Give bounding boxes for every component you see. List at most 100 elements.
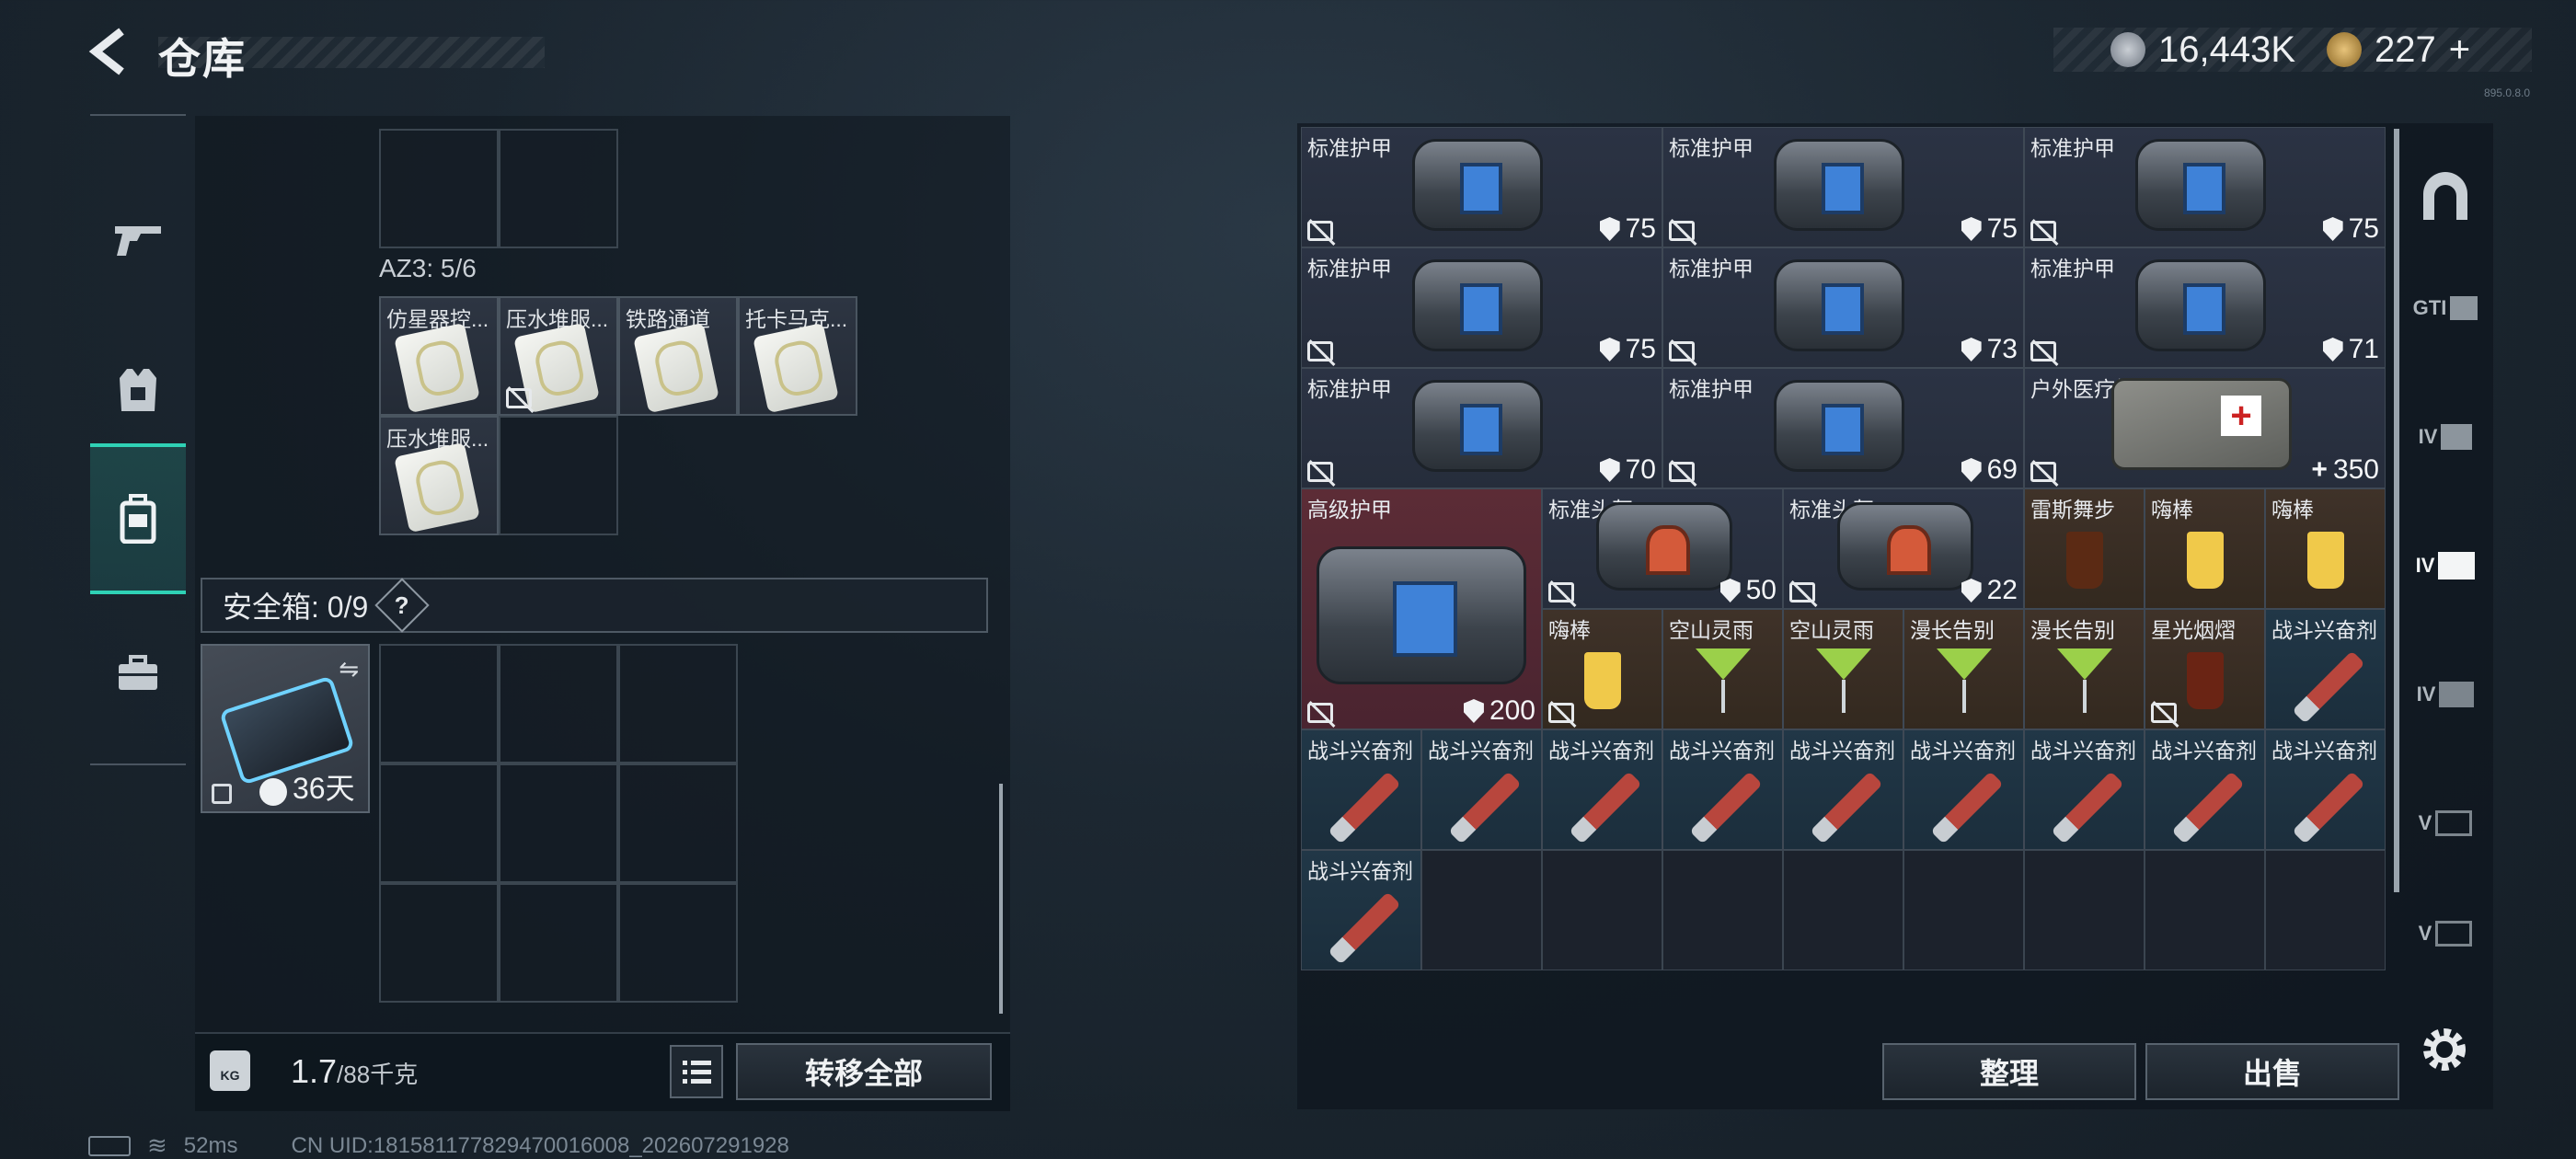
stash-tab-gti[interactable]: GTI: [2409, 267, 2482, 350]
cocktail-item[interactable]: 嗨棒: [2265, 488, 2386, 609]
stash-arch-icon: [2423, 172, 2467, 220]
helmet-icon: [1837, 502, 1973, 591]
combat-stim-item[interactable]: 战斗兴奋剂: [1662, 729, 1783, 850]
item-label: 嗨棒: [1548, 618, 1591, 642]
item-label: 高级护甲: [1307, 498, 1392, 522]
cocktail-item[interactable]: 空山灵雨: [1662, 609, 1783, 729]
backpack-slot[interactable]: [499, 129, 618, 248]
key-card-item[interactable]: 铁路通道: [618, 296, 738, 416]
currency-2-plus[interactable]: +: [2449, 29, 2470, 71]
keycard-icon: [394, 442, 480, 534]
safe-slot[interactable]: [379, 763, 499, 883]
standard-helmet-item[interactable]: 标准头盔 50: [1542, 488, 1783, 609]
combat-stim-item[interactable]: 战斗兴奋剂: [1301, 850, 1421, 970]
stim-injector-icon: [2292, 771, 2365, 844]
sell-button[interactable]: 出售: [2145, 1043, 2399, 1100]
combat-stim-item[interactable]: 战斗兴奋剂: [1301, 729, 1421, 850]
stash-tab-main[interactable]: [2409, 156, 2482, 239]
combat-stim-item[interactable]: 战斗兴奋剂: [2265, 729, 2386, 850]
advanced-armor-item[interactable]: 高级护甲 200: [1301, 488, 1542, 729]
swap-icon[interactable]: ⇋: [339, 655, 359, 683]
stash-tab-label: IV: [2415, 554, 2435, 577]
stash-slot[interactable]: [1542, 850, 1662, 970]
standard-armor-item[interactable]: 标准护甲 70: [1301, 368, 1662, 488]
backpack-scrollbar[interactable]: [999, 784, 1003, 1014]
safe-box-item[interactable]: ⇋ 36天: [201, 644, 370, 813]
key-card-item[interactable]: 压水堆服...: [499, 296, 618, 416]
key-card-item[interactable]: 压水堆服...: [379, 416, 499, 535]
stash-tab-v-2[interactable]: V: [2409, 892, 2482, 975]
key-card-item[interactable]: 托卡马克...: [738, 296, 857, 416]
safe-slot[interactable]: [618, 644, 738, 763]
armor-bag-icon: [1412, 259, 1543, 351]
stash-slot[interactable]: [1421, 850, 1542, 970]
safe-slot[interactable]: [499, 763, 618, 883]
combat-stim-item[interactable]: 战斗兴奋剂: [1903, 729, 2024, 850]
nav-backpack-tab[interactable]: [90, 443, 186, 594]
stash-slot[interactable]: [2145, 850, 2265, 970]
no-insure-icon: [2030, 462, 2056, 482]
nav-case-tab[interactable]: [90, 598, 186, 749]
sort-button[interactable]: 整理: [1882, 1043, 2136, 1100]
cocktail-glass-icon: [1695, 648, 1751, 713]
safe-slot[interactable]: [618, 763, 738, 883]
stim-injector-icon: [2171, 771, 2245, 844]
stash-slot[interactable]: [1903, 850, 2024, 970]
az3-slot[interactable]: [499, 416, 618, 535]
item-label: 标准护甲: [2030, 257, 2115, 281]
stash-tab-label: V: [2418, 922, 2432, 945]
outdoor-medkit-item[interactable]: 户外医疗箱+350: [2024, 368, 2386, 488]
cocktail-item[interactable]: 嗨棒: [2145, 488, 2265, 609]
cocktail-item[interactable]: 雷斯舞步: [2024, 488, 2145, 609]
standard-armor-item[interactable]: 标准护甲 75: [2024, 127, 2386, 247]
safe-slot[interactable]: [499, 644, 618, 763]
currency-2-value[interactable]: 227: [2375, 29, 2436, 71]
stash-tab-iv-add[interactable]: IV: [2409, 524, 2482, 607]
cocktail-item[interactable]: 星光烟熠: [2145, 609, 2265, 729]
stash-tab-iv-folder[interactable]: IV: [2409, 396, 2482, 478]
standard-armor-item[interactable]: 标准护甲 75: [1301, 247, 1662, 368]
standard-armor-item[interactable]: 标准护甲 75: [1301, 127, 1662, 247]
item-label: 战斗兴奋剂: [1307, 859, 1413, 883]
item-label: 空山灵雨: [1789, 618, 1874, 642]
durability-value: 75: [1625, 213, 1656, 244]
standard-armor-item[interactable]: 标准护甲 71: [2024, 247, 2386, 368]
item-value: 75: [1599, 213, 1656, 245]
safe-slot[interactable]: [379, 883, 499, 1003]
stash-slot[interactable]: [2024, 850, 2145, 970]
safe-slot[interactable]: [379, 644, 499, 763]
settings-gear-icon[interactable]: [2418, 1023, 2471, 1076]
safe-slot[interactable]: [618, 883, 738, 1003]
safe-slot[interactable]: [499, 883, 618, 1003]
backpack-slot[interactable]: [379, 129, 499, 248]
stash-slot[interactable]: [1662, 850, 1783, 970]
stash-slot[interactable]: [2265, 850, 2386, 970]
standard-armor-item[interactable]: 标准护甲 69: [1662, 368, 2024, 488]
help-icon[interactable]: ?: [374, 578, 430, 633]
transfer-all-button[interactable]: 转移全部: [736, 1043, 992, 1100]
cocktail-item[interactable]: 漫长告别: [1903, 609, 2024, 729]
standard-armor-item[interactable]: 标准护甲 73: [1662, 247, 2024, 368]
stash-tab-v-1[interactable]: V: [2409, 782, 2482, 865]
combat-stim-item[interactable]: 战斗兴奋剂: [1542, 729, 1662, 850]
combat-stim-item[interactable]: 战斗兴奋剂: [2145, 729, 2265, 850]
combat-stim-item[interactable]: 战斗兴奋剂: [1783, 729, 1903, 850]
back-arrow-icon[interactable]: [85, 26, 136, 77]
stash-tab-iv-add-2[interactable]: IV: [2409, 653, 2482, 736]
combat-stim-item[interactable]: 战斗兴奋剂: [1421, 729, 1542, 850]
durability-shield-icon: [1463, 699, 1484, 723]
combat-stim-item[interactable]: 战斗兴奋剂: [2024, 729, 2145, 850]
keycard-icon: [633, 322, 719, 414]
cocktail-item[interactable]: 漫长告别: [2024, 609, 2145, 729]
list-view-button[interactable]: [670, 1045, 723, 1098]
cocktail-item[interactable]: 空山灵雨: [1783, 609, 1903, 729]
stash-slot[interactable]: [1783, 850, 1903, 970]
nav-weapons-tab[interactable]: [90, 164, 186, 315]
combat-stim-item[interactable]: 战斗兴奋剂: [2265, 609, 2386, 729]
standard-armor-item[interactable]: 标准护甲 75: [1662, 127, 2024, 247]
stash-scrollbar[interactable]: [2394, 129, 2399, 892]
key-card-item[interactable]: 仿星器控...: [379, 296, 499, 416]
stim-injector-icon: [1930, 771, 2004, 844]
cocktail-item[interactable]: 嗨棒: [1542, 609, 1662, 729]
standard-helmet-item[interactable]: 标准头盔 22: [1783, 488, 2024, 609]
